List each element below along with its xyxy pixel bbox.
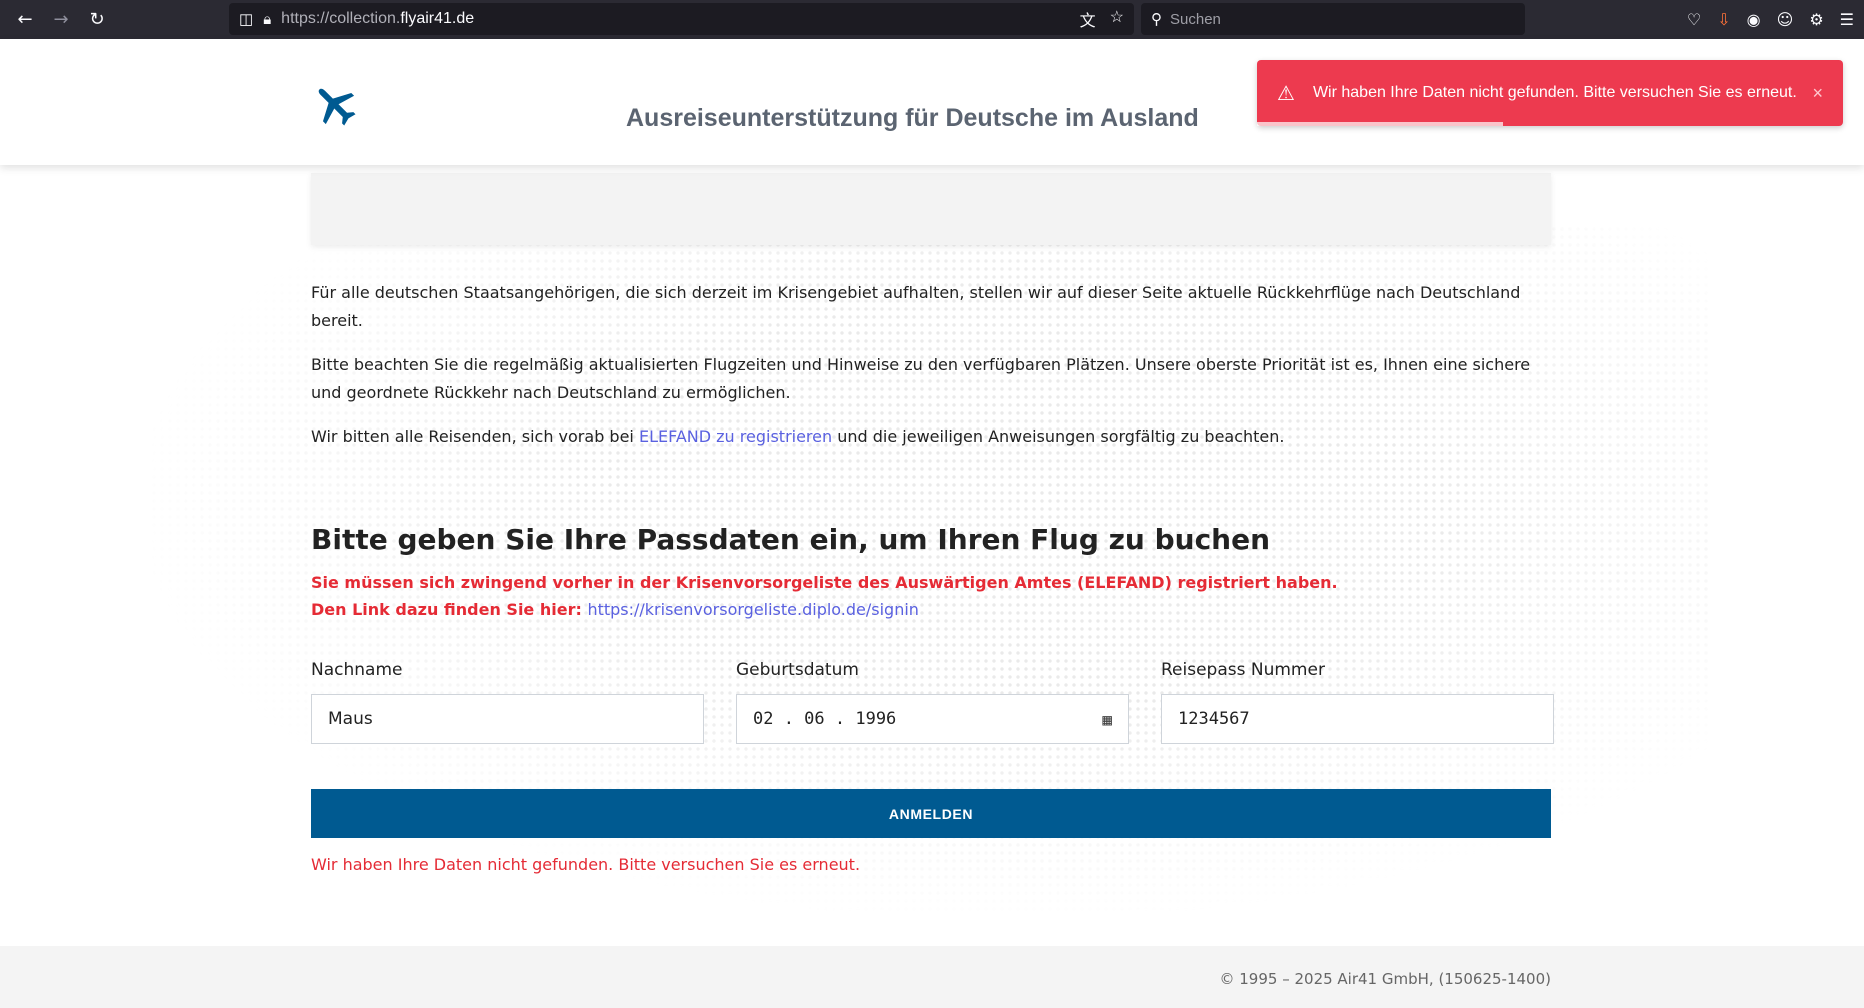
main-content: Für alle deutschen Staatsangehörigen, di… xyxy=(0,165,1864,952)
bookmark-star-icon[interactable]: ☆ xyxy=(1110,7,1124,31)
search-icon: ⚲ xyxy=(1151,11,1162,28)
browser-toolbar: ← → ↻ ◫ 🔒︎ https://collection.flyair41.d… xyxy=(0,0,1864,39)
toast-message: Wir haben Ihre Daten nicht gefunden. Bit… xyxy=(1312,84,1797,101)
search-input[interactable]: ⚲ Suchen xyxy=(1141,3,1525,35)
forward-icon[interactable]: → xyxy=(44,5,78,35)
search-placeholder: Suchen xyxy=(1170,10,1221,28)
lastname-input[interactable]: Maus xyxy=(311,694,704,744)
toast-progress xyxy=(1257,122,1504,126)
extensions-icon[interactable]: ⚙ xyxy=(1809,10,1823,29)
lastname-label: Nachname xyxy=(311,660,403,680)
page-title: Ausreiseunterstützung für Deutsche im Au… xyxy=(626,103,1199,132)
back-icon[interactable]: ← xyxy=(8,5,42,35)
lastname-value: Maus xyxy=(328,709,373,729)
shield-icon[interactable]: ◫ xyxy=(239,10,253,28)
download-icon[interactable]: ⇩ xyxy=(1717,10,1730,29)
passport-input[interactable]: 1234567 xyxy=(1161,694,1554,744)
passport-field: Reisepass Nummer 1234567 xyxy=(1161,660,1554,744)
url-prefix: https://collection. xyxy=(281,10,401,27)
warning-line-2: Den Link dazu finden Sie hier: https://k… xyxy=(311,596,1338,623)
elefand-register-link[interactable]: ELEFAND zu registrieren xyxy=(639,427,832,446)
pocket-icon[interactable]: ♡ xyxy=(1687,10,1701,29)
krisenvorsorgeliste-link[interactable]: https://krisenvorsorgeliste.diplo.de/sig… xyxy=(587,600,919,619)
address-bar[interactable]: ◫ 🔒︎ https://collection.flyair41.de 文 ☆ xyxy=(229,3,1134,35)
form-heading: Bitte geben Sie Ihre Passdaten ein, um I… xyxy=(311,523,1271,556)
warning-icon: ⚠ xyxy=(1277,82,1295,105)
airplane-icon[interactable] xyxy=(311,81,359,129)
registration-warning: Sie müssen sich zwingend vorher in der K… xyxy=(311,569,1338,623)
lastname-field: Nachname Maus xyxy=(311,660,704,744)
intro-paragraph-2: Bitte beachten Sie die regelmäßig aktual… xyxy=(311,355,1531,402)
passport-value: 1234567 xyxy=(1178,709,1250,729)
intro-p3-after: und die jeweiligen Anweisungen sorgfälti… xyxy=(832,427,1285,446)
form-error-message: Wir haben Ihre Daten nicht gefunden. Bit… xyxy=(311,855,861,874)
intro-p3-before: Wir bitten alle Reisenden, sich vorab be… xyxy=(311,427,639,446)
submit-button[interactable]: ANMELDEN xyxy=(311,789,1551,838)
warning-line-1: Sie müssen sich zwingend vorher in der K… xyxy=(311,573,1338,592)
error-toast: ⚠ Wir haben Ihre Daten nicht gefunden. B… xyxy=(1257,60,1843,126)
close-icon[interactable]: × xyxy=(1812,83,1823,104)
birthdate-value: 02 . 06 . 1996 xyxy=(753,709,897,729)
birthdate-label: Geburtsdatum xyxy=(736,660,859,680)
footer: © 1995 – 2025 Air41 GmbH, (150625-1400) xyxy=(0,946,1864,1008)
extension-shield-icon[interactable]: ◉ xyxy=(1747,10,1761,29)
menu-icon[interactable]: ☰ xyxy=(1840,10,1854,29)
copyright-text: © 1995 – 2025 Air41 GmbH, (150625-1400) xyxy=(1219,970,1552,988)
birthdate-input[interactable]: 02 . 06 . 1996 ▦ xyxy=(736,694,1129,744)
lock-icon[interactable]: 🔒︎ xyxy=(263,11,271,28)
warning-line-2-text: Den Link dazu finden Sie hier: xyxy=(311,600,588,619)
account-icon[interactable]: ☺ xyxy=(1777,10,1794,29)
calendar-icon[interactable]: ▦ xyxy=(1102,710,1112,729)
url-text[interactable]: https://collection.flyair41.de xyxy=(281,10,474,28)
birthdate-field: Geburtsdatum 02 . 06 . 1996 ▦ xyxy=(736,660,1129,744)
intro-paragraph-1: Für alle deutschen Staatsangehörigen, di… xyxy=(311,283,1521,330)
translate-icon[interactable]: 文 xyxy=(1080,7,1096,31)
banner-placeholder xyxy=(311,173,1551,245)
passport-label: Reisepass Nummer xyxy=(1161,660,1325,680)
reload-icon[interactable]: ↻ xyxy=(80,5,114,35)
intro-paragraph-3: Wir bitten alle Reisenden, sich vorab be… xyxy=(311,423,1551,451)
url-domain: flyair41.de xyxy=(400,10,475,27)
intro-text: Für alle deutschen Staatsangehörigen, di… xyxy=(311,279,1551,467)
